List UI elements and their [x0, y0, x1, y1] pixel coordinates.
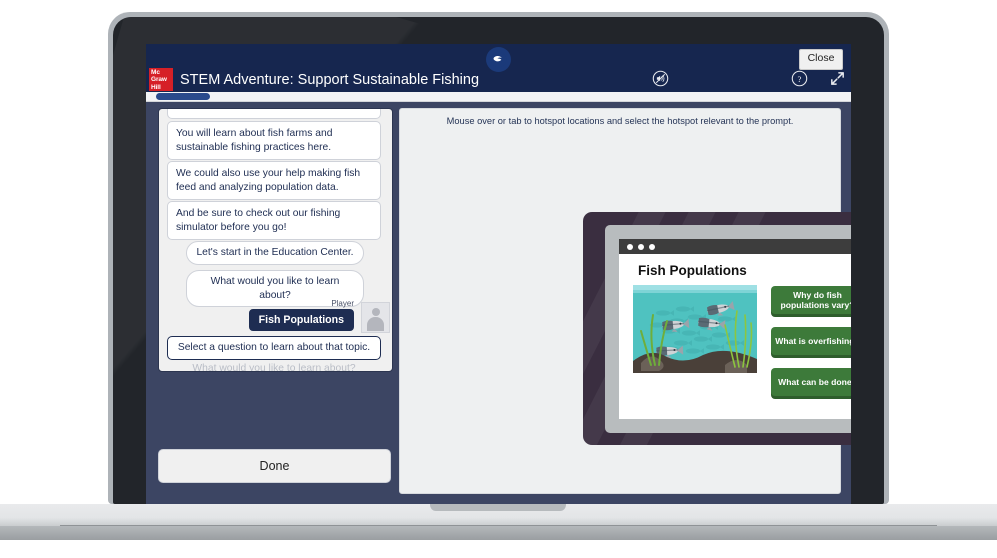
player-selection-bubble: Fish Populations — [248, 309, 354, 331]
underwater-fish-scene — [633, 285, 757, 373]
mcgraw-hill-logo: Mc Graw Hill — [149, 68, 173, 91]
laptop-base-seam — [60, 525, 937, 526]
browser-dot-2 — [638, 243, 644, 250]
hotspot-button-why-populations-vary[interactable]: Why do fish populations vary? — [771, 286, 851, 314]
tablet-device: Fish Populations Why do fish populations… — [583, 212, 851, 445]
app-header: Mc Graw Hill STEM Adventure: Support Sus… — [146, 44, 851, 92]
app-screen: Mc Graw Hill STEM Adventure: Support Sus… — [146, 44, 851, 504]
activity-panel: Mouse over or tab to hotspot locations a… — [399, 108, 851, 494]
dialogue-sidebar: Education Center You will learn about fi… — [158, 108, 393, 492]
page-title: STEM Adventure: Support Sustainable Fish… — [180, 72, 480, 88]
chat-prompt-bubble: Select a question to learn about that to… — [167, 336, 381, 360]
tablet-inner-bezel: Fish Populations Why do fish populations… — [605, 225, 851, 433]
screenshot-stage: Mc Graw Hill STEM Adventure: Support Sus… — [0, 0, 997, 558]
chat-transcript[interactable]: Education Center You will learn about fi… — [158, 108, 393, 372]
laptop-base-notch — [430, 504, 566, 511]
wave-logo-icon — [486, 47, 511, 72]
progress-bar-fill — [156, 93, 210, 100]
chat-bubble: You will learn about fish farms and sust… — [167, 121, 381, 160]
avatar-head — [371, 308, 380, 316]
done-button[interactable]: Done — [158, 449, 391, 483]
fullscreen-expand-icon[interactable] — [829, 70, 846, 87]
progress-bar-track[interactable] — [146, 92, 851, 102]
browser-dot-1 — [627, 243, 633, 250]
hotspot-button-what-is-overfishing[interactable]: What is overfishing? — [771, 327, 851, 355]
browser-titlebar — [619, 239, 851, 254]
laptop-base-lower — [0, 526, 997, 540]
chat-bubble: We could also use your help making fish … — [167, 161, 381, 200]
logo-line-2: Graw — [151, 76, 167, 84]
close-button[interactable]: Close — [799, 49, 843, 70]
svg-text:?: ? — [798, 74, 802, 84]
player-avatar-icon — [361, 302, 390, 333]
chat-bubble: Let's start in the Education Center. — [186, 241, 364, 265]
chat-bubble-cutoff-top: Education Center — [167, 109, 381, 119]
tablet-screen: Fish Populations Why do fish populations… — [619, 239, 851, 419]
logo-line-1: Mc — [151, 69, 160, 76]
instruction-text: Mouse over or tab to hotspot locations a… — [446, 116, 794, 126]
audio-mute-icon[interactable] — [652, 70, 669, 87]
player-label: Player — [331, 299, 354, 308]
help-icon[interactable]: ? — [791, 70, 808, 87]
slide-title: Fish Populations — [638, 263, 747, 278]
avatar-body — [367, 317, 384, 331]
hotspot-button-what-can-be-done[interactable]: What can be done? — [771, 368, 851, 396]
browser-dot-3 — [649, 243, 655, 250]
chat-bubble-cutoff-bottom: What would you like to learn about? — [192, 363, 356, 372]
chat-bubble: And be sure to check out our fishing sim… — [167, 201, 381, 240]
logo-line-3: Hill — [151, 83, 161, 91]
